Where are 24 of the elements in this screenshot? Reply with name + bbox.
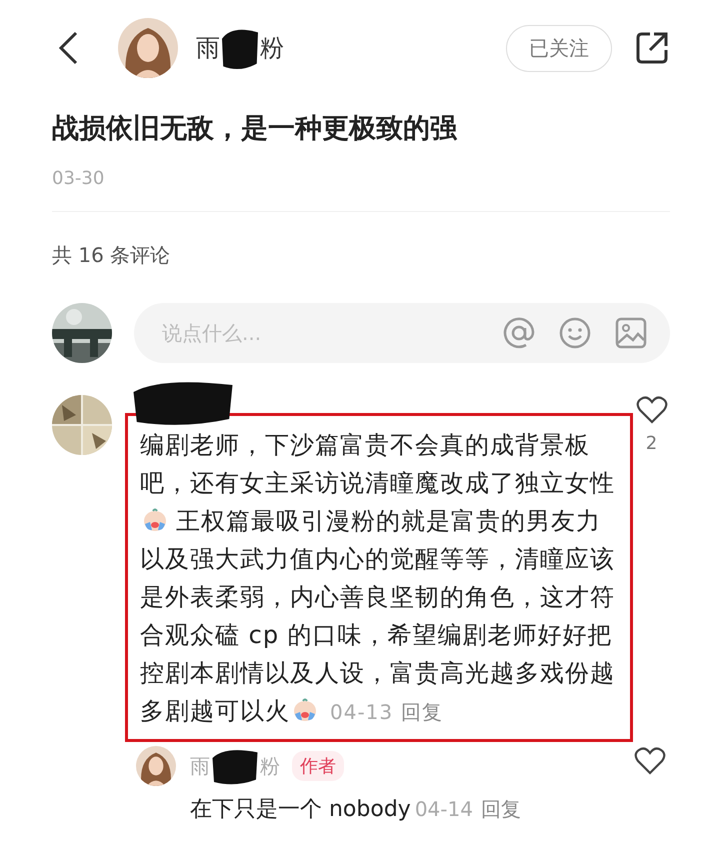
reply-text: 在下只是一个 nobody 04-14 回复 xyxy=(190,796,522,824)
comment-input[interactable]: 说点什么... xyxy=(160,320,480,346)
reply-author-name: 粉 xyxy=(260,752,280,780)
heart-icon[interactable] xyxy=(636,395,668,425)
post-date: 03-30 xyxy=(52,168,106,189)
reply-link[interactable]: 回复 xyxy=(480,797,521,821)
comment-text: 编剧老师，下沙篇富贵不会真的成背景板吧，还有女主采访说清瞳魔改成了独立女性 王权篇最吸引漫粉的就是富贵的男友力以及强大武力值内心的觉醒等等，清瞳应该是外表柔弱，内心善良坚韧的角色，这才符合观众磕 cp 的口味，希望编剧老师好好把控剧本剧情以及人设，富贵高光越多戏份越多剧越可以火 04-13 回复 xyxy=(140,430,616,727)
like-count: 2 xyxy=(646,433,658,454)
author-name: 粉 xyxy=(260,33,284,64)
mention-icon[interactable] xyxy=(502,316,536,350)
reply-link[interactable]: 回复 xyxy=(401,700,444,724)
share-icon[interactable] xyxy=(634,30,670,66)
comment-field[interactable]: 说点什么... xyxy=(134,303,670,363)
author-name: 雨 xyxy=(196,33,220,64)
follow-button[interactable]: 已关注 xyxy=(506,24,612,72)
comment-count: 共 16 条评论 xyxy=(52,242,172,269)
heart-icon[interactable] xyxy=(634,746,666,776)
image-icon[interactable] xyxy=(614,316,648,350)
emoji-icon xyxy=(292,698,318,722)
reply-author-name: 雨 xyxy=(190,752,210,780)
smiley-icon[interactable] xyxy=(558,316,592,350)
post-title: 战损依旧无敌，是一种更极致的强 xyxy=(52,112,458,146)
author-badge: 作者 xyxy=(292,751,344,781)
emoji-icon xyxy=(142,508,168,532)
